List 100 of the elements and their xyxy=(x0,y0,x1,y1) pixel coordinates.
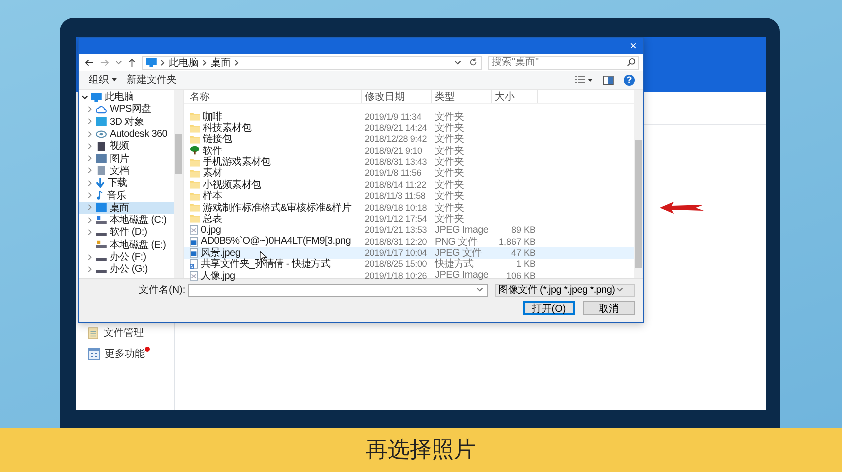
type-cell-text: 文件夹 xyxy=(434,156,466,168)
file-row[interactable]: 游戏制作标准格式&审核标准&样片 2018/9/18 10:18 文件夹 xyxy=(184,202,634,214)
type-cell-text: JPEG Image xyxy=(434,224,490,236)
file-name: 共享文件夹_孙倩倩 - 快捷方式 xyxy=(201,258,331,271)
file-type-dropdown[interactable]: 图像文件 (*.jpg *.jpeg *.png) xyxy=(494,284,635,296)
file-name: 0.jpg xyxy=(201,224,222,236)
date-cell-text: 2018/8/31 12:20 xyxy=(364,236,428,247)
file-name: 总表 xyxy=(203,212,222,226)
navigation-item[interactable]: Autodesk 360 xyxy=(79,128,174,140)
type-cell-text: 文件夹 xyxy=(434,132,466,146)
breadcrumb-item[interactable]: 桌面 xyxy=(211,56,232,70)
type-cell-text: JPEG 文件 xyxy=(435,246,483,259)
size-cell-text: 1,867 KB xyxy=(498,236,537,247)
date-cell-text: 2019/1/21 13:53 xyxy=(364,225,428,236)
type-cell-text: 文件夹 xyxy=(434,166,466,180)
date-cell-text: 2019/1/18 10:26 xyxy=(364,270,428,281)
navigation-item[interactable]: 音乐 xyxy=(79,189,174,202)
file-name: 软件 xyxy=(203,144,222,157)
date-cell-text: 2018/11/3 11:58 xyxy=(364,191,427,202)
date-cell-text: 2019/1/9 11:34 xyxy=(364,112,423,122)
type-cell-text: 文件夹 xyxy=(434,202,466,214)
file-row[interactable]: 样本 2018/11/3 11:58 文件夹 xyxy=(184,190,634,202)
navigation-item[interactable]: 软件 (D:) xyxy=(79,226,174,239)
size-cell-text: 89 KB xyxy=(510,225,537,236)
file-row[interactable]: 软件 2018/9/21 9:10 文件夹 xyxy=(184,145,634,156)
file-row[interactable]: 科技素材包 2018/9/21 14:24 文件夹 xyxy=(184,122,634,134)
file-name: 科技素材包 xyxy=(203,122,252,134)
date-cell-text: 2018/9/18 10:18 xyxy=(364,202,428,213)
close-button[interactable]: × xyxy=(624,38,643,54)
file-row[interactable]: 手机游戏素材包 2018/8/31 13:43 文件夹 xyxy=(184,156,634,168)
file-row[interactable]: 人像.jpg 2019/1/18 10:26 JPEG Image 106 KB xyxy=(184,270,634,282)
address-bar[interactable]: 此电脑 桌面 xyxy=(142,56,482,70)
column-header[interactable]: 大小 xyxy=(492,90,538,103)
type-cell-text: 文件夹 xyxy=(434,212,466,226)
file-row[interactable]: 小视频素材包 2018/8/14 11:22 文件夹 xyxy=(184,179,634,191)
navigation-item[interactable]: 图片 xyxy=(79,152,174,165)
date-cell-text: 2018/12/28 9:42 xyxy=(364,134,428,144)
file-name: 人像.jpg xyxy=(201,270,236,283)
file-name: 风景.jpeg xyxy=(201,246,241,259)
navigation-item[interactable]: 办公 (G:) xyxy=(79,263,174,276)
type-cell-text: 快捷方式 xyxy=(434,258,475,271)
file-row[interactable]: 共享文件夹_孙倩倩 - 快捷方式 2018/8/25 15:00 快捷方式 1 KB xyxy=(184,258,634,270)
file-row[interactable]: AD0B5%`O@~)0HA4LT(FM9[3.png 2018/8/31 12:20 PNG 文件 1,867 KB xyxy=(184,236,634,248)
sidebar-label: 文件管理 xyxy=(104,326,144,340)
cancel-button[interactable]: 取消 xyxy=(583,301,635,315)
navigation-item[interactable]: 办公 (F:) xyxy=(79,250,174,264)
type-cell-text: 文件夹 xyxy=(434,144,466,157)
sidebar-label: 更多功能 xyxy=(105,348,145,361)
type-cell-text: PNG 文件 xyxy=(434,236,479,248)
file-row[interactable]: 素材 2019/1/8 11:56 文件夹 xyxy=(184,168,634,180)
date-cell-text: 2018/8/14 11:22 xyxy=(364,180,428,190)
date-cell-text: 2019/1/8 11:56 xyxy=(364,168,423,178)
file-row[interactable]: 0.jpg 2019/1/21 13:53 JPEG Image 89 KB xyxy=(184,224,634,236)
type-cell-text: 文件夹 xyxy=(434,110,466,123)
size-cell-text: 1 KB xyxy=(515,259,537,270)
organize-button[interactable]: 组织 xyxy=(89,73,117,87)
navigation-item[interactable]: 下载 xyxy=(79,177,174,190)
file-row[interactable]: 总表 2019/1/12 17:54 文件夹 xyxy=(184,213,634,225)
type-cell-text: 文件夹 xyxy=(434,122,466,134)
navigation-item[interactable]: 3D 对象 xyxy=(79,116,174,128)
file-name: AD0B5%`O@~)0HA4LT(FM9[3.png xyxy=(201,236,351,248)
file-row[interactable]: 链接包 2018/12/28 9:42 文件夹 xyxy=(184,134,634,146)
type-cell-text: 文件夹 xyxy=(434,190,466,202)
open-button[interactable]: 打开(O) xyxy=(523,301,575,315)
file-name-label: 文件名(N): xyxy=(139,284,186,297)
navigation-item[interactable]: 视频 xyxy=(79,140,174,152)
breadcrumb-item[interactable]: 此电脑 xyxy=(169,56,200,70)
help-button[interactable]: ? xyxy=(624,74,635,86)
file-name: 素材 xyxy=(203,166,222,180)
size-cell-text: 47 KB xyxy=(510,248,537,258)
type-cell-text: JPEG Image xyxy=(434,270,490,282)
file-name: 咖啡 xyxy=(203,110,222,123)
search-field[interactable]: 搜索"桌面" xyxy=(488,56,639,70)
date-cell-text: 2018/8/31 13:43 xyxy=(364,157,428,168)
column-header[interactable]: 修改日期 xyxy=(362,90,432,103)
date-cell-text: 2018/9/21 9:10 xyxy=(364,146,424,156)
date-cell-text: 2019/1/17 10:04 xyxy=(364,248,428,258)
sidebar-item[interactable]: 文件管理 xyxy=(88,326,174,340)
column-header[interactable]: 类型 xyxy=(432,90,492,103)
navigation-item[interactable]: WPS网盘 xyxy=(79,103,174,116)
file-name: 样本 xyxy=(203,190,222,202)
file-name: 链接包 xyxy=(203,134,232,146)
navigation-item[interactable]: 本地磁盘 (C:) xyxy=(79,214,174,226)
file-name: 小视频素材包 xyxy=(203,178,262,191)
navigation-item[interactable]: 本地磁盘 (E:) xyxy=(79,238,174,251)
column-header[interactable]: 名称 xyxy=(184,90,362,103)
date-cell-text: 2018/8/25 15:00 xyxy=(364,259,428,270)
file-row[interactable]: 咖啡 2019/1/9 11:34 文件夹 xyxy=(184,111,634,122)
navigation-item[interactable]: 文档 xyxy=(79,164,174,178)
type-cell-text: 文件夹 xyxy=(434,178,466,191)
file-name: 手机游戏素材包 xyxy=(203,156,271,168)
size-cell-text: 106 KB xyxy=(505,270,537,281)
date-cell-text: 2018/9/21 14:24 xyxy=(364,123,428,134)
caption: 再选择照片 xyxy=(366,436,476,464)
file-name: 游戏制作标准格式&审核标准&样片 xyxy=(203,202,352,214)
file-row[interactable]: 风景.jpeg 2019/1/17 10:04 JPEG 文件 47 KB xyxy=(184,247,634,259)
new-folder-button[interactable]: 新建文件夹 xyxy=(127,73,177,87)
sidebar-item[interactable]: 更多功能 xyxy=(88,347,174,361)
navigation-item[interactable]: 此电脑 xyxy=(79,91,174,104)
navigation-item[interactable]: 桌面 xyxy=(79,202,174,214)
